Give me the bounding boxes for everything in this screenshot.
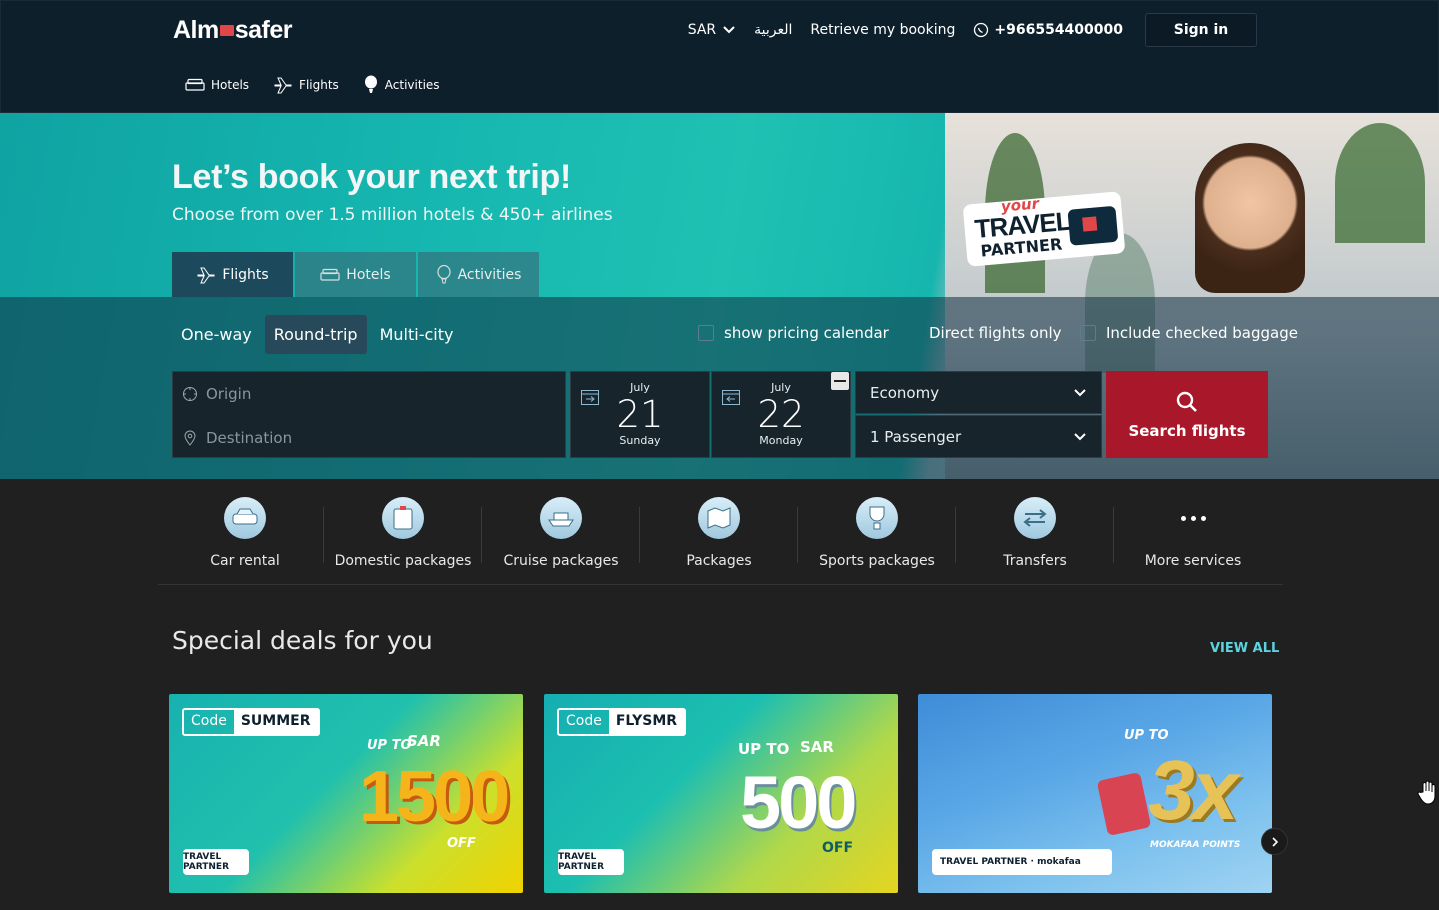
search-icon <box>1176 391 1197 412</box>
almosafer-logo[interactable]: Alm safer <box>173 16 293 45</box>
deal-currency-label: SAR <box>800 738 834 756</box>
subnav-activities[interactable]: Activities <box>363 75 440 95</box>
hero-subtitle: Choose from over 1.5 million hotels & 45… <box>172 205 613 225</box>
suitcase-illustration <box>1096 772 1152 836</box>
plane-icon <box>274 77 292 94</box>
trip-multi-city[interactable]: Multi-city <box>371 315 463 354</box>
origin-destination-box: Origin Destination <box>172 371 566 458</box>
currency-selector[interactable]: SAR <box>688 22 736 38</box>
checked-baggage-option[interactable]: Include checked baggage <box>1080 324 1298 342</box>
deal-off-label: OFF <box>447 836 476 851</box>
deal-off-label: OFF <box>822 840 854 856</box>
travel-partner-mini-logo: TRAVEL PARTNER <box>558 849 624 875</box>
plane-icon <box>197 267 215 283</box>
language-link[interactable]: العربية <box>754 22 792 38</box>
origin-input[interactable]: Origin <box>173 372 559 415</box>
search-flights-button[interactable]: Search flights <box>1106 371 1268 458</box>
deal-currency-label: SAR <box>407 732 441 750</box>
more-icon <box>1172 497 1214 539</box>
chevron-right-icon <box>1271 836 1278 847</box>
bed-icon <box>185 78 205 91</box>
search-tabs: Flights Hotels Activities <box>172 252 539 297</box>
travel-partner-mini-logo: TRAVEL PARTNER · mokafaa <box>932 849 1112 875</box>
return-date[interactable]: July 22 Monday <box>711 371 851 458</box>
deal-amount: 500 <box>740 761 857 844</box>
subnav-flights[interactable]: Flights <box>273 75 339 95</box>
service-packages[interactable]: Packages <box>640 497 798 569</box>
site-header: Alm safer SAR العربية Retrieve my booking… <box>0 0 1439 113</box>
pricing-calendar-checkbox[interactable] <box>698 325 714 341</box>
direct-flights-option[interactable]: Direct flights only <box>903 324 1062 342</box>
balloon-icon <box>436 264 451 283</box>
trip-round-trip[interactable]: Round-trip <box>264 315 367 354</box>
depart-date[interactable]: July 21 Sunday <box>570 371 710 458</box>
deal-upto-label: UP TO <box>738 740 790 758</box>
sub-nav: Hotels Flights Activities <box>185 75 440 95</box>
deal-card-mokafaa[interactable]: UP TO 3x MOKAFAA POINTS TRAVEL PARTNER ·… <box>918 694 1272 893</box>
map-icon <box>698 497 740 539</box>
travel-partner-mini-logo: TRAVEL PARTNER <box>183 849 249 875</box>
crosshair-icon <box>183 386 197 401</box>
tab-flights[interactable]: Flights <box>172 252 293 297</box>
promo-code-badge: Code SUMMER <box>182 708 320 736</box>
tab-activities[interactable]: Activities <box>418 252 539 297</box>
top-nav: SAR العربية Retrieve my booking +9665544… <box>670 13 1257 47</box>
deal-upto-label: UP TO <box>367 738 412 753</box>
service-domestic-packages[interactable]: Domestic packages <box>324 497 482 569</box>
deal-card-summer[interactable]: Code SUMMER UP TO SAR 1500 OFF TRAVEL PAR… <box>169 694 523 893</box>
hero-banner: Let’s book your next trip! Choose from o… <box>0 113 1439 479</box>
view-all-link[interactable]: VIEW ALL <box>1210 641 1279 656</box>
passenger-select[interactable]: 1 Passenger <box>855 415 1102 458</box>
bed-icon <box>320 268 340 281</box>
destination-input[interactable]: Destination <box>173 416 559 459</box>
location-pin-icon <box>184 430 196 446</box>
deal-note: MOKAFAA POINTS <box>1150 840 1241 850</box>
trophy-icon <box>856 497 898 539</box>
trip-one-way[interactable]: One-way <box>172 315 261 354</box>
chevron-down-icon <box>723 26 735 34</box>
service-more[interactable]: More services <box>1114 497 1272 569</box>
promo-code-badge: Code FLYSMR <box>557 708 687 736</box>
service-cruise-packages[interactable]: Cruise packages <box>482 497 640 569</box>
carousel-next-button[interactable] <box>1261 828 1288 855</box>
tag-icon <box>1067 205 1119 246</box>
whatsapp-icon <box>974 22 989 38</box>
hero-title: Let’s book your next trip! <box>172 158 571 196</box>
deal-amount: 1500 <box>359 757 510 837</box>
services-row: Car rental Domestic packages Cruise pack… <box>166 497 1276 569</box>
service-car-rental[interactable]: Car rental <box>166 497 324 569</box>
hand-cursor-icon <box>1417 780 1436 805</box>
subnav-hotels[interactable]: Hotels <box>185 75 249 95</box>
chevron-down-icon <box>1074 388 1086 396</box>
phone-link[interactable]: +966554400000 <box>973 22 1123 38</box>
balloon-icon <box>364 75 377 93</box>
arrows-icon <box>1014 497 1056 539</box>
service-transfers[interactable]: Transfers <box>956 497 1114 569</box>
service-sports-packages[interactable]: Sports packages <box>798 497 956 569</box>
trip-type-selector: One-way Round-trip Multi-city <box>172 315 462 354</box>
checked-baggage-checkbox[interactable] <box>1080 325 1096 341</box>
sign-in-button[interactable]: Sign in <box>1145 13 1257 47</box>
remove-return-date-button[interactable] <box>831 372 849 390</box>
suitcase-icon <box>382 497 424 539</box>
deals-title: Special deals for you <box>172 626 433 655</box>
tab-hotels[interactable]: Hotels <box>295 252 416 297</box>
deal-upto-label: UP TO <box>1124 728 1169 743</box>
ship-icon <box>540 497 582 539</box>
retrieve-booking-link[interactable]: Retrieve my booking <box>810 22 955 38</box>
child-figure <box>1195 143 1305 293</box>
chevron-down-icon <box>1074 432 1086 440</box>
deal-card-flysmr[interactable]: Code FLYSMR UP TO SAR 500 OFF TRAVEL PART… <box>544 694 898 893</box>
divider <box>158 584 1283 585</box>
cabin-class-select[interactable]: Economy <box>855 371 1102 414</box>
car-icon <box>224 497 266 539</box>
deal-amount: 3x <box>1148 743 1238 837</box>
pricing-calendar-option[interactable]: show pricing calendar <box>698 324 889 342</box>
direct-flights-checkbox[interactable] <box>903 325 919 341</box>
